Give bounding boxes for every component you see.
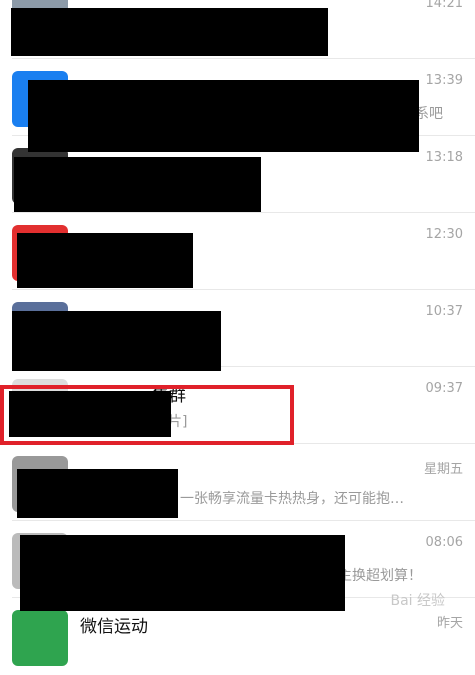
- redaction-block: [17, 233, 193, 288]
- redaction-block: [14, 157, 261, 212]
- highlight-box: [0, 385, 294, 445]
- chat-preview: 一张畅享流量卡热热身，还可能抱…: [180, 491, 404, 507]
- avatar: [12, 610, 68, 666]
- chat-time: 昨天: [436, 616, 463, 631]
- redaction-block: [11, 8, 328, 56]
- chat-time: 09:37: [425, 381, 463, 396]
- watermark: Bai 经验: [390, 593, 445, 609]
- chat-time: 13:18: [425, 150, 463, 165]
- chat-time: 08:06: [425, 535, 463, 550]
- redaction-block: [17, 469, 178, 518]
- chat-time: 12:30: [425, 227, 463, 242]
- chat-preview: 系吧: [415, 106, 443, 122]
- redaction-block: [12, 311, 221, 371]
- redaction-block: [28, 80, 419, 152]
- chat-preview: 主换超划算！: [338, 568, 422, 584]
- chat-time: 星期五: [423, 462, 463, 477]
- chat-time: 10:37: [425, 304, 463, 319]
- chat-time: 13:39: [425, 73, 463, 88]
- redaction-block: [20, 535, 345, 611]
- chat-time: 14:21: [425, 0, 463, 11]
- chat-title: 微信运动: [80, 617, 148, 637]
